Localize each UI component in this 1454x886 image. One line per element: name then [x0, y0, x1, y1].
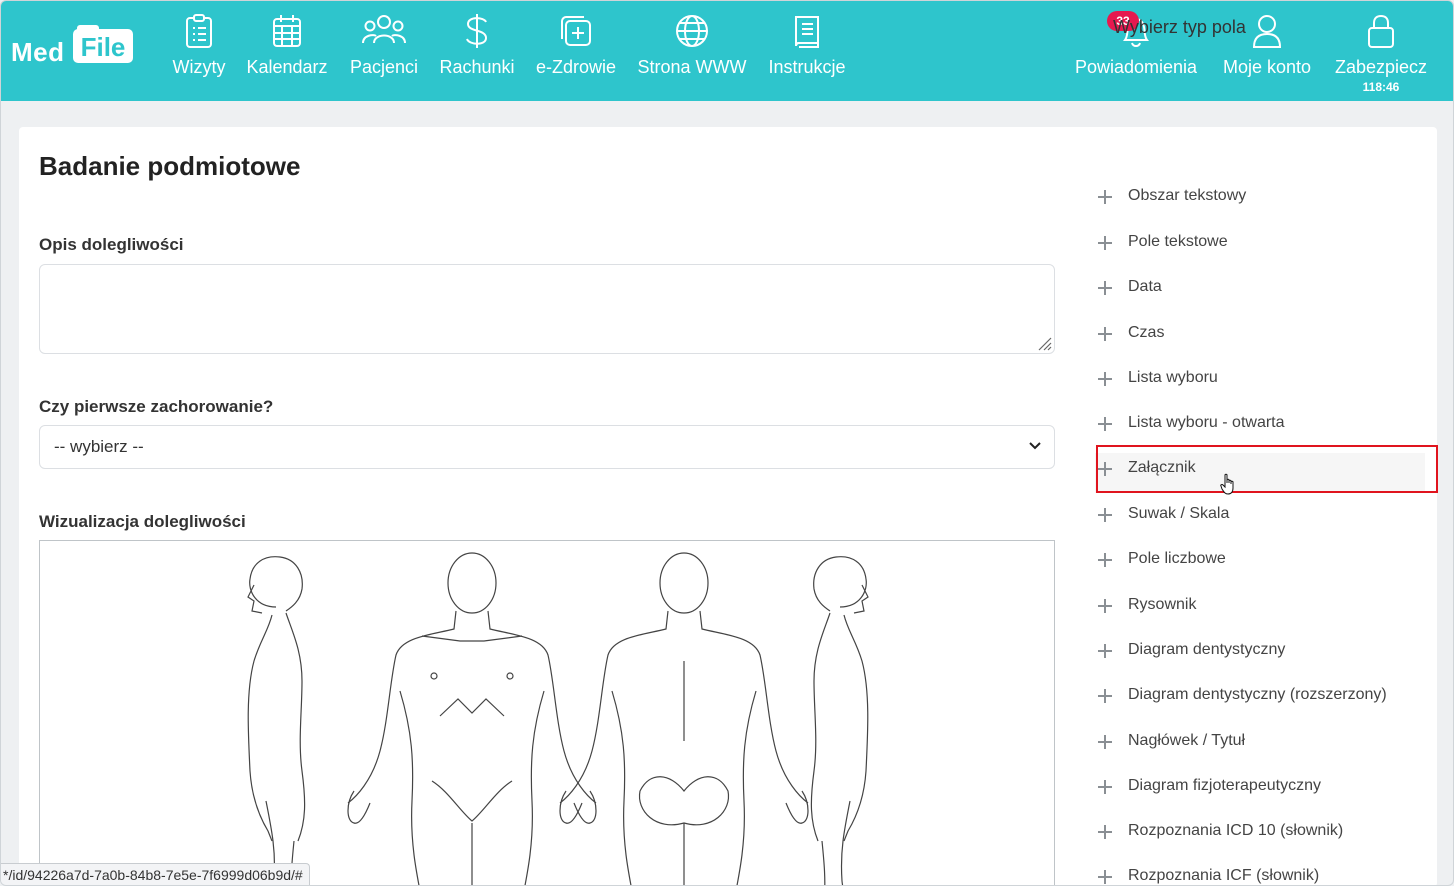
- description-label: Opis dolegliwości: [39, 235, 184, 254]
- chevron-down-icon: [1029, 442, 1041, 450]
- field-type-label: Data: [1128, 278, 1162, 295]
- field-type-diagram-dentystyczny-rozszerzony[interactable]: Diagram dentystyczny (rozszerzony): [1095, 680, 1425, 720]
- select-value: -- wybierz --: [54, 437, 144, 456]
- visualization-label: Wizualizacja dolegliwości: [39, 512, 246, 531]
- clipboard-icon: [186, 14, 212, 48]
- nav-wizyty[interactable]: Wizyty: [169, 9, 229, 93]
- field-type-rozpoznania-icd10[interactable]: Rozpoznania ICD 10 (słownik): [1095, 816, 1425, 856]
- plus-icon: [1097, 280, 1113, 296]
- dollar-icon: [466, 14, 488, 48]
- field-type-czas[interactable]: Czas: [1095, 318, 1425, 358]
- field-type-label: Lista wyboru - otwarta: [1128, 414, 1285, 431]
- plus-icon: [1097, 507, 1113, 523]
- top-navigation-bar: Med File Wizyty Kalendarz Pacjenci Rachu…: [1, 1, 1453, 101]
- field-type-rysownik[interactable]: Rysownik: [1095, 590, 1425, 630]
- field-type-label: Obszar tekstowy: [1128, 187, 1247, 204]
- field-type-label: Nagłówek / Tytuł: [1128, 732, 1246, 749]
- field-type-lista-wyboru[interactable]: Lista wyboru: [1095, 363, 1425, 403]
- plus-icon: [1097, 371, 1113, 387]
- logo-file-text: File: [73, 29, 133, 63]
- medical-plus-icon: [561, 16, 591, 46]
- field-type-label: Diagram dentystyczny: [1128, 641, 1286, 658]
- field-type-label: Lista wyboru: [1128, 369, 1218, 386]
- nav-label: Rachunki: [439, 57, 515, 77]
- body-figure-side-right: [810, 556, 869, 885]
- nav-zabezpiecz[interactable]: Zabezpiecz 118:46: [1331, 9, 1431, 94]
- field-type-diagram-dentystyczny[interactable]: Diagram dentystyczny: [1095, 635, 1425, 675]
- nav-kalendarz[interactable]: Kalendarz: [244, 9, 330, 93]
- body-figure-side-left: [247, 556, 306, 885]
- lock-icon: [1368, 14, 1394, 48]
- nav-label: e-Zdrowie: [535, 57, 617, 77]
- body-diagram-image: [247, 552, 869, 885]
- body-figure-front: [347, 552, 597, 885]
- description-textarea[interactable]: [39, 264, 1055, 354]
- nav-label: Wizyty: [172, 57, 226, 77]
- field-type-obszar-tekstowy[interactable]: Obszar tekstowy: [1095, 181, 1425, 221]
- nav-rachunki[interactable]: Rachunki: [437, 9, 517, 93]
- highlight-annotation-box: [1096, 445, 1438, 493]
- field-type-lista-wyboru-otwarta[interactable]: Lista wyboru - otwarta: [1095, 408, 1425, 448]
- nav-label: Strona WWW: [637, 57, 747, 77]
- status-bar-url: */id/94226a7d-7a0b-84b8-7e5e-7f6999d06b9…: [1, 863, 310, 885]
- plus-icon: [1097, 235, 1113, 251]
- page-title: Badanie podmiotowe: [39, 151, 301, 181]
- body-figure-back: [559, 552, 809, 885]
- nav-e-zdrowie[interactable]: e-Zdrowie: [533, 9, 619, 93]
- field-type-label: Czas: [1128, 324, 1165, 341]
- globe-icon: [676, 15, 708, 47]
- plus-icon: [1097, 552, 1113, 568]
- field-type-label: Pole tekstowe: [1128, 233, 1228, 250]
- field-type-panel-title: Wybierz typ pola: [1113, 17, 1246, 37]
- nav-instrukcje[interactable]: Instrukcje: [763, 9, 851, 93]
- field-type-label: Diagram fizjoterapeutyczny: [1128, 777, 1321, 794]
- body-visualization-canvas[interactable]: [39, 540, 1055, 885]
- users-icon: [362, 15, 406, 44]
- nav-label: Zabezpiecz: [1334, 57, 1428, 77]
- nav-label: Pacjenci: [349, 57, 419, 77]
- field-type-label: Diagram dentystyczny (rozszerzony): [1128, 686, 1387, 703]
- nav-pacjenci[interactable]: Pacjenci: [347, 9, 421, 93]
- field-type-rozpoznania-icf[interactable]: Rozpoznania ICF (słownik): [1095, 861, 1425, 885]
- nav-strona-www[interactable]: Strona WWW: [635, 9, 749, 93]
- nav-label: Powiadomienia: [1074, 57, 1198, 77]
- plus-icon: [1097, 643, 1113, 659]
- book-icon: [795, 16, 819, 48]
- field-type-label: Rozpoznania ICF (słownik): [1128, 867, 1320, 884]
- plus-icon: [1097, 598, 1113, 614]
- field-type-label: Rysownik: [1128, 596, 1197, 613]
- plus-icon: [1097, 734, 1113, 750]
- user-icon: [1252, 15, 1282, 48]
- plus-icon: [1097, 416, 1113, 432]
- field-type-pole-tekstowe[interactable]: Pole tekstowe: [1095, 227, 1425, 267]
- field-type-label: Pole liczbowe: [1128, 550, 1226, 567]
- nav-label: Moje konto: [1222, 57, 1312, 77]
- nav-label: Kalendarz: [246, 57, 328, 77]
- first-illness-label: Czy pierwsze zachorowanie?: [39, 397, 274, 416]
- field-type-suwak-skala[interactable]: Suwak / Skala: [1095, 499, 1425, 539]
- hand-cursor-icon: [1220, 473, 1234, 495]
- field-type-data[interactable]: Data: [1095, 272, 1425, 312]
- calendar-icon: [273, 15, 301, 47]
- plus-icon: [1097, 779, 1113, 795]
- field-type-label: Suwak / Skala: [1128, 505, 1230, 522]
- field-type-pole-liczbowe[interactable]: Pole liczbowe: [1095, 544, 1425, 584]
- field-type-naglowek-tytul[interactable]: Nagłówek / Tytuł: [1095, 726, 1425, 766]
- plus-icon: [1097, 824, 1113, 840]
- field-type-diagram-fizjoterapeutyczny[interactable]: Diagram fizjoterapeutyczny: [1095, 771, 1425, 811]
- field-type-label: Rozpoznania ICD 10 (słownik): [1128, 822, 1344, 839]
- plus-icon: [1097, 326, 1113, 342]
- plus-icon: [1097, 688, 1113, 704]
- plus-icon: [1097, 869, 1113, 885]
- resize-grip-icon[interactable]: [1036, 335, 1052, 351]
- logo-med-text: Med: [11, 37, 65, 67]
- medfile-logo[interactable]: Med File: [11, 25, 141, 71]
- nav-label: Instrukcje: [768, 57, 846, 77]
- session-timer: 118:46: [1362, 80, 1400, 94]
- app-window: Med File Wizyty Kalendarz Pacjenci Rachu…: [0, 0, 1454, 886]
- plus-icon: [1097, 189, 1113, 205]
- first-illness-select[interactable]: -- wybierz --: [39, 425, 1055, 469]
